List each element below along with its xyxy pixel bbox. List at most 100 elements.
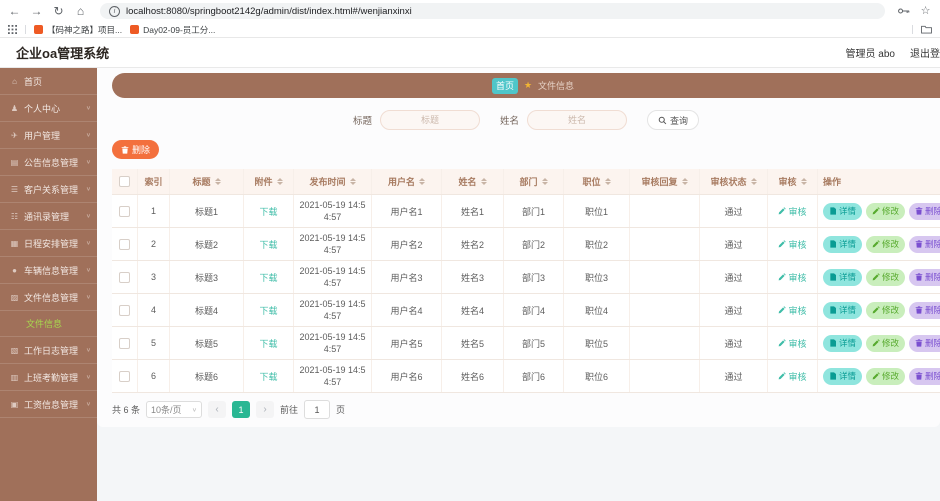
audit-link[interactable]: 审核 bbox=[778, 271, 807, 284]
row-checkbox[interactable] bbox=[119, 337, 130, 349]
table-header-row: 索引 标题 附件 发布时间 用户名 姓名 部门 职位 审核回复 审核状态 审核 操作 bbox=[112, 169, 940, 195]
row-checkbox[interactable] bbox=[119, 370, 130, 382]
sidebar-item-上班考勤管理[interactable]: ▥ 上班考勤管理 ∨ bbox=[0, 364, 97, 391]
select-all-checkbox[interactable] bbox=[119, 176, 130, 187]
column-header-标题[interactable]: 标题 bbox=[170, 169, 244, 194]
download-link[interactable]: 下载 bbox=[259, 271, 277, 284]
sort-icon[interactable] bbox=[214, 178, 221, 185]
delete-button[interactable]: 删除 bbox=[112, 140, 160, 159]
download-link[interactable]: 下载 bbox=[259, 304, 277, 317]
delete-button[interactable]: 删除 bbox=[909, 235, 940, 253]
row-checkbox[interactable] bbox=[119, 205, 130, 217]
sidebar-item-车辆信息管理[interactable]: ● 车辆信息管理 ∨ bbox=[0, 257, 97, 284]
browser-home-icon[interactable]: ⌂ bbox=[74, 5, 87, 17]
goto-page-input[interactable] bbox=[304, 400, 331, 419]
edit-button[interactable]: 修改 bbox=[866, 235, 906, 253]
name-search-input[interactable] bbox=[527, 110, 627, 130]
edit-button[interactable]: 修改 bbox=[866, 334, 906, 352]
edit-button[interactable]: 修改 bbox=[866, 202, 906, 220]
column-header-审核[interactable]: 审核 bbox=[768, 169, 818, 194]
sidebar-item-客户关系管理[interactable]: ☰ 客户关系管理 ∨ bbox=[0, 176, 97, 203]
column-header-姓名[interactable]: 姓名 bbox=[442, 169, 504, 194]
delete-button[interactable]: 删除 bbox=[909, 268, 940, 286]
edit-button[interactable]: 修改 bbox=[866, 301, 906, 319]
bookmark-star-icon[interactable]: ☆ bbox=[919, 5, 932, 17]
audit-link[interactable]: 审核 bbox=[778, 238, 807, 251]
query-button[interactable]: 查询 bbox=[647, 110, 700, 130]
edit-button[interactable]: 修改 bbox=[866, 367, 906, 385]
audit-link[interactable]: 审核 bbox=[778, 337, 807, 350]
audit-link[interactable]: 审核 bbox=[778, 304, 807, 317]
breadcrumb-home[interactable]: 首页 bbox=[491, 77, 518, 94]
edit-button[interactable]: 修改 bbox=[866, 268, 906, 286]
logout-button[interactable]: 退出登录 bbox=[910, 45, 940, 60]
download-link[interactable]: 下载 bbox=[259, 337, 277, 350]
sidebar-subitem-文件信息[interactable]: 文件信息 bbox=[0, 311, 97, 337]
sidebar-item-公告信息管理[interactable]: ▤ 公告信息管理 ∨ bbox=[0, 149, 97, 176]
sort-icon[interactable] bbox=[541, 178, 548, 185]
sidebar-item-用户管理[interactable]: ✈ 用户管理 ∨ bbox=[0, 122, 97, 149]
page-number-button[interactable]: 1 bbox=[232, 401, 251, 418]
sidebar-item-工资信息管理[interactable]: ▣ 工资信息管理 ∨ bbox=[0, 391, 97, 418]
audit-link[interactable]: 审核 bbox=[778, 205, 807, 218]
bookmarks-separator bbox=[912, 25, 913, 34]
prev-page-button[interactable]: ‹ bbox=[208, 401, 227, 418]
delete-button[interactable]: 删除 bbox=[909, 334, 940, 352]
delete-button[interactable]: 删除 bbox=[909, 367, 940, 385]
detail-button[interactable]: 详情 bbox=[823, 367, 863, 385]
site-info-icon[interactable]: i bbox=[109, 5, 120, 17]
page-size-select[interactable]: 10条/页 ∨ bbox=[146, 401, 203, 418]
column-header-附件[interactable]: 附件 bbox=[244, 169, 294, 194]
sidebar-item-首页[interactable]: ⌂ 首页 bbox=[0, 68, 97, 95]
column-header-审核状态[interactable]: 审核状态 bbox=[700, 169, 768, 194]
sidebar-item-日程安排管理[interactable]: ▦ 日程安排管理 ∨ bbox=[0, 230, 97, 257]
cell-position: 职位1 bbox=[564, 195, 630, 227]
column-header-审核回复[interactable]: 审核回复 bbox=[630, 169, 700, 194]
column-header-部门[interactable]: 部门 bbox=[504, 169, 564, 194]
sort-icon[interactable] bbox=[604, 178, 611, 185]
bookmark-item[interactable]: 【码神之路】项目... bbox=[34, 24, 122, 36]
detail-button[interactable]: 详情 bbox=[823, 301, 863, 319]
download-link[interactable]: 下载 bbox=[259, 205, 277, 218]
bookmark-item[interactable]: Day02-09-员工分... bbox=[130, 24, 215, 36]
reload-icon[interactable]: ↻ bbox=[52, 5, 65, 17]
sort-icon[interactable] bbox=[800, 178, 807, 185]
sidebar-item-文件信息管理[interactable]: ▨ 文件信息管理 ∨ bbox=[0, 284, 97, 311]
detail-button[interactable]: 详情 bbox=[823, 334, 863, 352]
sidebar-item-个人中心[interactable]: ♟ 个人中心 ∨ bbox=[0, 95, 97, 122]
forward-icon[interactable]: → bbox=[30, 5, 43, 17]
apps-grid-icon[interactable] bbox=[8, 25, 17, 34]
sort-icon[interactable] bbox=[419, 178, 425, 185]
detail-button[interactable]: 详情 bbox=[823, 268, 863, 286]
cell-audit: 审核 bbox=[768, 327, 818, 359]
detail-button[interactable]: 详情 bbox=[823, 235, 863, 253]
back-icon[interactable]: ← bbox=[8, 5, 21, 17]
download-link[interactable]: 下载 bbox=[259, 370, 277, 383]
row-checkbox[interactable] bbox=[119, 238, 130, 250]
next-page-button[interactable]: › bbox=[256, 401, 275, 418]
sidebar-item-工作日志管理[interactable]: ▧ 工作日志管理 ∨ bbox=[0, 337, 97, 364]
column-header-职位[interactable]: 职位 bbox=[564, 169, 630, 194]
sort-icon[interactable] bbox=[750, 178, 757, 185]
sort-icon[interactable] bbox=[480, 178, 487, 185]
column-header-发布时间[interactable]: 发布时间 bbox=[294, 169, 372, 194]
row-checkbox[interactable] bbox=[119, 271, 130, 283]
breadcrumb: 首页 ★ 文件信息 bbox=[112, 73, 940, 98]
audit-link[interactable]: 审核 bbox=[778, 370, 807, 383]
column-header-用户名[interactable]: 用户名 bbox=[372, 169, 442, 194]
bookmarks-folder-icon[interactable] bbox=[921, 25, 932, 34]
star-icon: ★ bbox=[523, 80, 533, 90]
sort-icon[interactable] bbox=[681, 178, 688, 185]
sort-icon[interactable] bbox=[276, 178, 283, 185]
sidebar-item-通讯录管理[interactable]: ☷ 通讯录管理 ∨ bbox=[0, 203, 97, 230]
url-bar[interactable]: i localhost:8080/springboot2142g/admin/d… bbox=[100, 3, 885, 19]
row-checkbox[interactable] bbox=[119, 304, 130, 316]
detail-button[interactable]: 详情 bbox=[823, 202, 863, 220]
users-icon: ✈ bbox=[11, 130, 18, 140]
title-search-input[interactable] bbox=[379, 110, 480, 130]
sort-icon[interactable] bbox=[349, 178, 356, 185]
delete-button[interactable]: 删除 bbox=[909, 301, 940, 319]
delete-button[interactable]: 删除 bbox=[909, 202, 940, 220]
passkey-icon[interactable] bbox=[898, 7, 910, 15]
download-link[interactable]: 下载 bbox=[259, 238, 277, 251]
